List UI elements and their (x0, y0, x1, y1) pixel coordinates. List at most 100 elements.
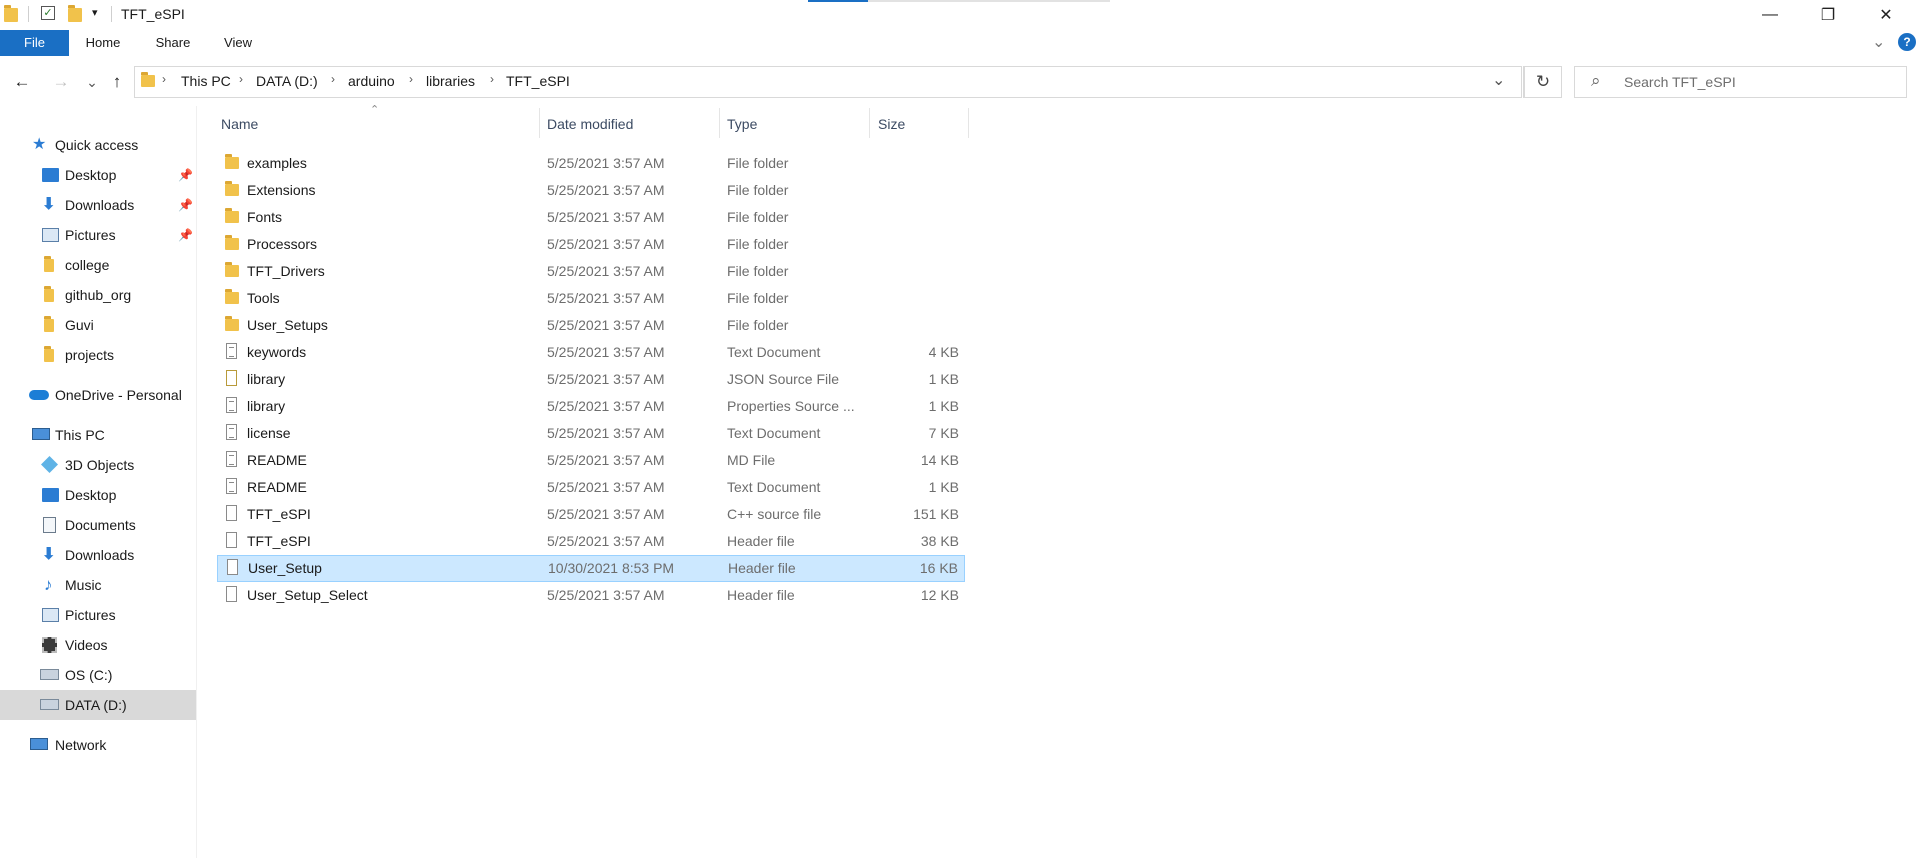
folder-icon (141, 72, 155, 87)
column-header-name[interactable]: Name (221, 116, 258, 132)
file-name: library (247, 371, 286, 387)
column-divider[interactable] (719, 108, 720, 138)
tab-view[interactable]: View (208, 30, 268, 56)
back-button[interactable]: ← (10, 70, 34, 94)
column-header-size[interactable]: Size (878, 116, 905, 132)
file-row[interactable]: TFT_eSPI 5/25/2021 3:57 AM C++ source fi… (217, 501, 965, 528)
file-size: 4 KB (928, 344, 959, 360)
file-row[interactable]: library 5/25/2021 3:57 AM Properties Sou… (217, 393, 965, 420)
column-header-type[interactable]: Type (727, 116, 757, 132)
sidebar-item-this-pc[interactable]: This PC (0, 420, 196, 450)
file-row[interactable]: README 5/25/2021 3:57 AM Text Document 1… (217, 474, 965, 501)
recent-locations-button[interactable]: ⌄ (80, 70, 104, 94)
sidebar-item-quick-access[interactable]: ★ Quick access (0, 130, 196, 160)
address-bar[interactable] (134, 66, 1522, 98)
breadcrumb-separator[interactable]: › (409, 72, 413, 86)
breadcrumb-separator[interactable]: › (239, 72, 243, 86)
file-type: File folder (727, 182, 789, 198)
sidebar-item-desktop-pc[interactable]: Desktop (0, 480, 196, 510)
sidebar-item-github-org[interactable]: github_org (0, 280, 196, 310)
sidebar-item-downloads[interactable]: ⬇ Downloads 📌 (0, 190, 196, 220)
file-date: 5/25/2021 3:57 AM (547, 182, 665, 198)
file-size: 38 KB (920, 533, 959, 549)
folder-icon (44, 256, 54, 272)
breadcrumb-this-pc[interactable]: This PC (181, 73, 231, 89)
sidebar-item-label: Desktop (65, 487, 117, 503)
tab-share[interactable]: Share (140, 30, 206, 56)
refresh-button[interactable]: ↻ (1524, 66, 1562, 98)
sidebar-item-pictures[interactable]: Pictures 📌 (0, 220, 196, 250)
forward-button[interactable]: → (49, 70, 73, 94)
file-row[interactable]: examples 5/25/2021 3:57 AM File folder (217, 150, 965, 177)
file-row-selected[interactable]: User_Setup 10/30/2021 8:53 PM Header fil… (217, 555, 965, 582)
sidebar-item-network[interactable]: Network (0, 730, 196, 760)
help-icon[interactable]: ? (1898, 33, 1916, 51)
file-row[interactable]: README 5/25/2021 3:57 AM MD File 14 KB (217, 447, 965, 474)
minimize-button[interactable]: — (1741, 0, 1799, 30)
file-size: 151 KB (913, 506, 959, 522)
sidebar-item-videos[interactable]: Videos (0, 630, 196, 660)
sidebar-item-data-d[interactable]: DATA (D:) (0, 690, 196, 720)
file-name: Extensions (247, 182, 316, 198)
address-dropdown-icon[interactable]: ⌄ (1492, 70, 1505, 90)
file-type: File folder (727, 263, 789, 279)
file-row[interactable]: keywords 5/25/2021 3:57 AM Text Document… (217, 339, 965, 366)
breadcrumb-data-d[interactable]: DATA (D:) (256, 73, 318, 89)
sidebar-item-os-c[interactable]: OS (C:) (0, 660, 196, 690)
file-row[interactable]: TFT_eSPI 5/25/2021 3:57 AM Header file 3… (217, 528, 965, 555)
file-row[interactable]: Extensions 5/25/2021 3:57 AM File folder (217, 177, 965, 204)
breadcrumb-separator[interactable]: › (162, 72, 166, 86)
file-row[interactable]: User_Setups 5/25/2021 3:57 AM File folde… (217, 312, 965, 339)
file-row[interactable]: library 5/25/2021 3:57 AM JSON Source Fi… (217, 366, 965, 393)
file-name: TFT_Drivers (247, 263, 325, 279)
new-folder-icon[interactable] (68, 5, 82, 22)
cloud-icon (29, 390, 49, 400)
file-row[interactable]: Tools 5/25/2021 3:57 AM File folder (217, 285, 965, 312)
breadcrumb-separator[interactable]: › (331, 72, 335, 86)
expand-ribbon-icon[interactable]: ⌄ (1872, 32, 1885, 52)
sidebar-item-3d-objects[interactable]: 3D Objects (0, 450, 196, 480)
sidebar-item-onedrive[interactable]: OneDrive - Personal (0, 380, 196, 410)
documents-icon (43, 517, 56, 533)
file-row[interactable]: license 5/25/2021 3:57 AM Text Document … (217, 420, 965, 447)
breadcrumb-separator[interactable]: › (490, 72, 494, 86)
pin-icon[interactable]: 📌 (178, 160, 193, 190)
tab-file[interactable]: File (0, 30, 69, 56)
up-button[interactable]: ↑ (105, 70, 129, 94)
sidebar-item-college[interactable]: college (0, 250, 196, 280)
sidebar-item-downloads-pc[interactable]: ⬇ Downloads (0, 540, 196, 570)
sidebar-item-guvi[interactable]: Guvi (0, 310, 196, 340)
3d-objects-icon (41, 456, 58, 473)
column-divider[interactable] (539, 108, 540, 138)
search-placeholder: Search TFT_eSPI (1624, 74, 1736, 90)
column-divider[interactable] (968, 108, 969, 138)
pin-icon[interactable]: 📌 (178, 190, 193, 220)
column-divider[interactable] (869, 108, 870, 138)
file-row[interactable]: Processors 5/25/2021 3:57 AM File folder (217, 231, 965, 258)
file-row[interactable]: User_Setup_Select 5/25/2021 3:57 AM Head… (217, 582, 965, 609)
breadcrumb-tft-espi[interactable]: TFT_eSPI (506, 73, 570, 89)
sidebar-item-music[interactable]: ♪ Music (0, 570, 196, 600)
sidebar-item-projects[interactable]: projects (0, 340, 196, 370)
sidebar-item-documents[interactable]: Documents (0, 510, 196, 540)
file-row[interactable]: TFT_Drivers 5/25/2021 3:57 AM File folde… (217, 258, 965, 285)
maximize-button[interactable]: ❐ (1799, 0, 1857, 30)
file-row[interactable]: Fonts 5/25/2021 3:57 AM File folder (217, 204, 965, 231)
sidebar-item-pictures-pc[interactable]: Pictures (0, 600, 196, 630)
pictures-icon (42, 608, 59, 622)
ribbon-context-indicator (868, 0, 1110, 2)
sidebar-item-label: Pictures (65, 227, 116, 243)
customize-toolbar-dropdown-icon[interactable]: ▾ (92, 6, 98, 19)
sidebar-item-desktop[interactable]: Desktop 📌 (0, 160, 196, 190)
divider (111, 6, 112, 22)
column-header-date[interactable]: Date modified (547, 116, 633, 132)
breadcrumb-arduino[interactable]: arduino (348, 73, 395, 89)
window-title: TFT_eSPI (121, 6, 185, 22)
breadcrumb-libraries[interactable]: libraries (426, 73, 475, 89)
pin-icon[interactable]: 📌 (178, 220, 193, 250)
close-button[interactable]: ✕ (1857, 0, 1915, 30)
properties-check-icon[interactable]: ✓ (41, 6, 55, 20)
file-date: 5/25/2021 3:57 AM (547, 290, 665, 306)
folder-icon (4, 5, 18, 22)
tab-home[interactable]: Home (72, 30, 134, 56)
